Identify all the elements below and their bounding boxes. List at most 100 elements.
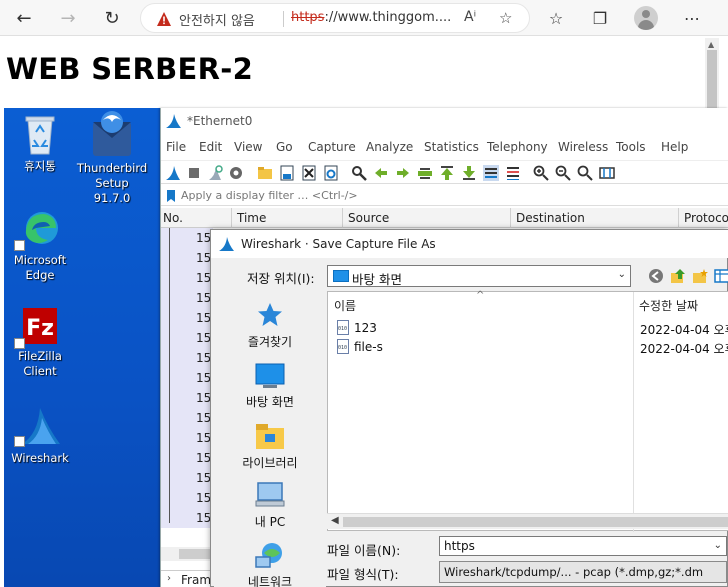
start-capture-icon[interactable] <box>165 165 181 181</box>
packet-list-hscrollbar[interactable] <box>161 547 213 561</box>
file-list[interactable]: ^ 이름 수정한 날짜 123 2022-04-04 오후 file-s 202… <box>327 290 728 532</box>
address-bar[interactable]: 안전하지 않음 https://www.thinggom.... Aⁱ ☆ <box>140 3 530 33</box>
resize-columns-icon[interactable] <box>599 165 615 181</box>
menu-tools[interactable]: Tools <box>616 140 646 154</box>
wireshark-shortcut[interactable]: Wireshark <box>4 404 76 466</box>
packet-row[interactable]: 15 <box>196 471 211 485</box>
bookmark-icon[interactable] <box>166 189 176 203</box>
security-warning[interactable]: 안전하지 않음 <box>179 10 255 29</box>
detail-frame-item[interactable]: Fram <box>181 573 211 587</box>
packet-row[interactable]: 15 <box>196 291 211 305</box>
menu-analyze[interactable]: Analyze <box>366 140 413 154</box>
chevron-down-icon[interactable]: ⌄ <box>618 269 626 280</box>
go-to-packet-icon[interactable] <box>417 165 433 181</box>
menu-help[interactable]: Help <box>661 140 688 154</box>
display-filter-bar[interactable]: Apply a display filter … <Ctrl-/> <box>161 186 728 206</box>
packet-row[interactable]: 15 <box>196 351 211 365</box>
menu-telephony[interactable]: Telephony <box>487 140 548 154</box>
col-source[interactable]: Source <box>348 211 389 225</box>
more-options-icon[interactable]: ⋯ <box>680 6 704 30</box>
menu-wireless[interactable]: Wireless <box>558 140 608 154</box>
scroll-thumb[interactable] <box>343 517 728 527</box>
new-folder-icon[interactable] <box>692 268 708 284</box>
col-modified[interactable]: 수정한 날짜 <box>639 297 698 314</box>
zoom-out-icon[interactable] <box>555 165 571 181</box>
edge-shortcut[interactable]: Microsoft Edge <box>4 208 76 283</box>
capture-options-icon[interactable] <box>228 165 244 181</box>
scroll-left-icon[interactable]: ◀ <box>331 515 339 526</box>
refresh-icon[interactable]: ↻ <box>100 6 124 30</box>
reload-file-icon[interactable] <box>323 165 339 181</box>
packet-row[interactable]: 15 <box>196 231 211 245</box>
place-favorites[interactable]: 즐겨찾기 <box>214 301 326 350</box>
col-destination[interactable]: Destination <box>516 211 585 225</box>
filename-input[interactable]: https ⌄ <box>439 536 727 556</box>
packet-row[interactable]: 15 <box>196 451 211 465</box>
forward-icon[interactable]: → <box>56 6 80 30</box>
collections-icon[interactable]: ❐ <box>588 6 612 30</box>
packet-row[interactable]: 15 <box>196 391 211 405</box>
find-packet-icon[interactable] <box>351 165 367 181</box>
packet-row[interactable]: 15 <box>196 411 211 425</box>
go-back-icon[interactable] <box>373 165 389 181</box>
scroll-thumb[interactable] <box>179 549 213 559</box>
packet-row[interactable]: 15 <box>196 491 211 505</box>
stop-capture-icon[interactable] <box>186 165 202 181</box>
file-row[interactable]: file-s 2022-04-04 오후 <box>328 338 728 356</box>
col-name[interactable]: 이름 <box>334 297 356 314</box>
chevron-down-icon[interactable]: ⌄ <box>714 540 722 551</box>
colorize-icon[interactable] <box>505 165 521 181</box>
scroll-thumb[interactable] <box>707 50 717 108</box>
scroll-up-icon[interactable]: ▲ <box>708 40 714 49</box>
open-file-icon[interactable] <box>257 165 273 181</box>
col-no[interactable]: No. <box>163 211 183 225</box>
last-packet-icon[interactable] <box>461 165 477 181</box>
menu-go[interactable]: Go <box>276 140 293 154</box>
place-this-pc[interactable]: 내 PC <box>214 481 326 530</box>
view-menu-icon[interactable] <box>714 268 728 284</box>
filetype-dropdown[interactable]: Wireshark/tcpdump/... - pcap (*.dmp,gz;*… <box>439 561 727 583</box>
place-desktop[interactable]: 바탕 화면 <box>214 363 326 410</box>
menu-statistics[interactable]: Statistics <box>424 140 479 154</box>
display-filter-input[interactable]: Apply a display filter … <Ctrl-/> <box>181 189 358 202</box>
add-favorite-icon[interactable]: ☆ <box>499 9 512 27</box>
col-protocol[interactable]: Protocol <box>684 211 728 225</box>
packet-row[interactable]: 15 <box>196 311 211 325</box>
packet-row[interactable]: 15 <box>196 271 211 285</box>
filezilla-shortcut[interactable]: Fz FileZilla Client <box>4 306 76 379</box>
menu-view[interactable]: View <box>234 140 262 154</box>
packet-row[interactable]: 15 <box>196 331 211 345</box>
thunderbird-shortcut[interactable]: Thunderbird Setup 91.7.0 <box>76 108 148 206</box>
menu-file[interactable]: File <box>166 140 186 154</box>
packet-list[interactable]: 15 15 15 15 15 15 15 15 15 15 15 15 15 1… <box>161 228 213 528</box>
col-time[interactable]: Time <box>237 211 266 225</box>
autoscroll-icon[interactable] <box>483 165 499 181</box>
recycle-bin-shortcut[interactable]: 휴지통 <box>4 112 76 174</box>
save-in-dropdown[interactable]: 바탕 화면 ⌄ <box>327 265 631 287</box>
restart-capture-icon[interactable] <box>207 165 223 181</box>
up-folder-icon[interactable] <box>670 268 686 284</box>
place-libraries[interactable]: 라이브러리 <box>214 422 326 471</box>
packet-row[interactable]: 15 <box>196 511 211 525</box>
menu-edit[interactable]: Edit <box>199 140 222 154</box>
place-network[interactable]: 네트워크 <box>214 541 326 587</box>
first-packet-icon[interactable] <box>439 165 455 181</box>
packet-details[interactable]: › Fram <box>161 570 213 587</box>
packet-row[interactable]: 15 <box>196 371 211 385</box>
wireshark-titlebar[interactable]: *Ethernet0 <box>161 108 728 135</box>
favorites-icon[interactable]: ☆ <box>544 6 568 30</box>
zoom-normal-icon[interactable] <box>577 165 593 181</box>
zoom-in-icon[interactable] <box>533 165 549 181</box>
back-folder-icon[interactable] <box>648 268 664 284</box>
menu-capture[interactable]: Capture <box>308 140 356 154</box>
url-text[interactable]: https://www.thinggom.... <box>291 10 451 25</box>
expand-arrow-icon[interactable]: › <box>167 573 171 584</box>
profile-avatar[interactable] <box>634 6 658 30</box>
packet-row[interactable]: 15 <box>196 431 211 445</box>
go-forward-icon[interactable] <box>395 165 411 181</box>
dialog-titlebar[interactable]: Wireshark · Save Capture File As <box>211 230 728 258</box>
read-aloud-icon[interactable]: Aⁱ <box>464 9 476 25</box>
back-icon[interactable]: ← <box>12 6 36 30</box>
close-file-icon[interactable] <box>301 165 317 181</box>
file-row[interactable]: 123 2022-04-04 오후 <box>328 319 728 337</box>
